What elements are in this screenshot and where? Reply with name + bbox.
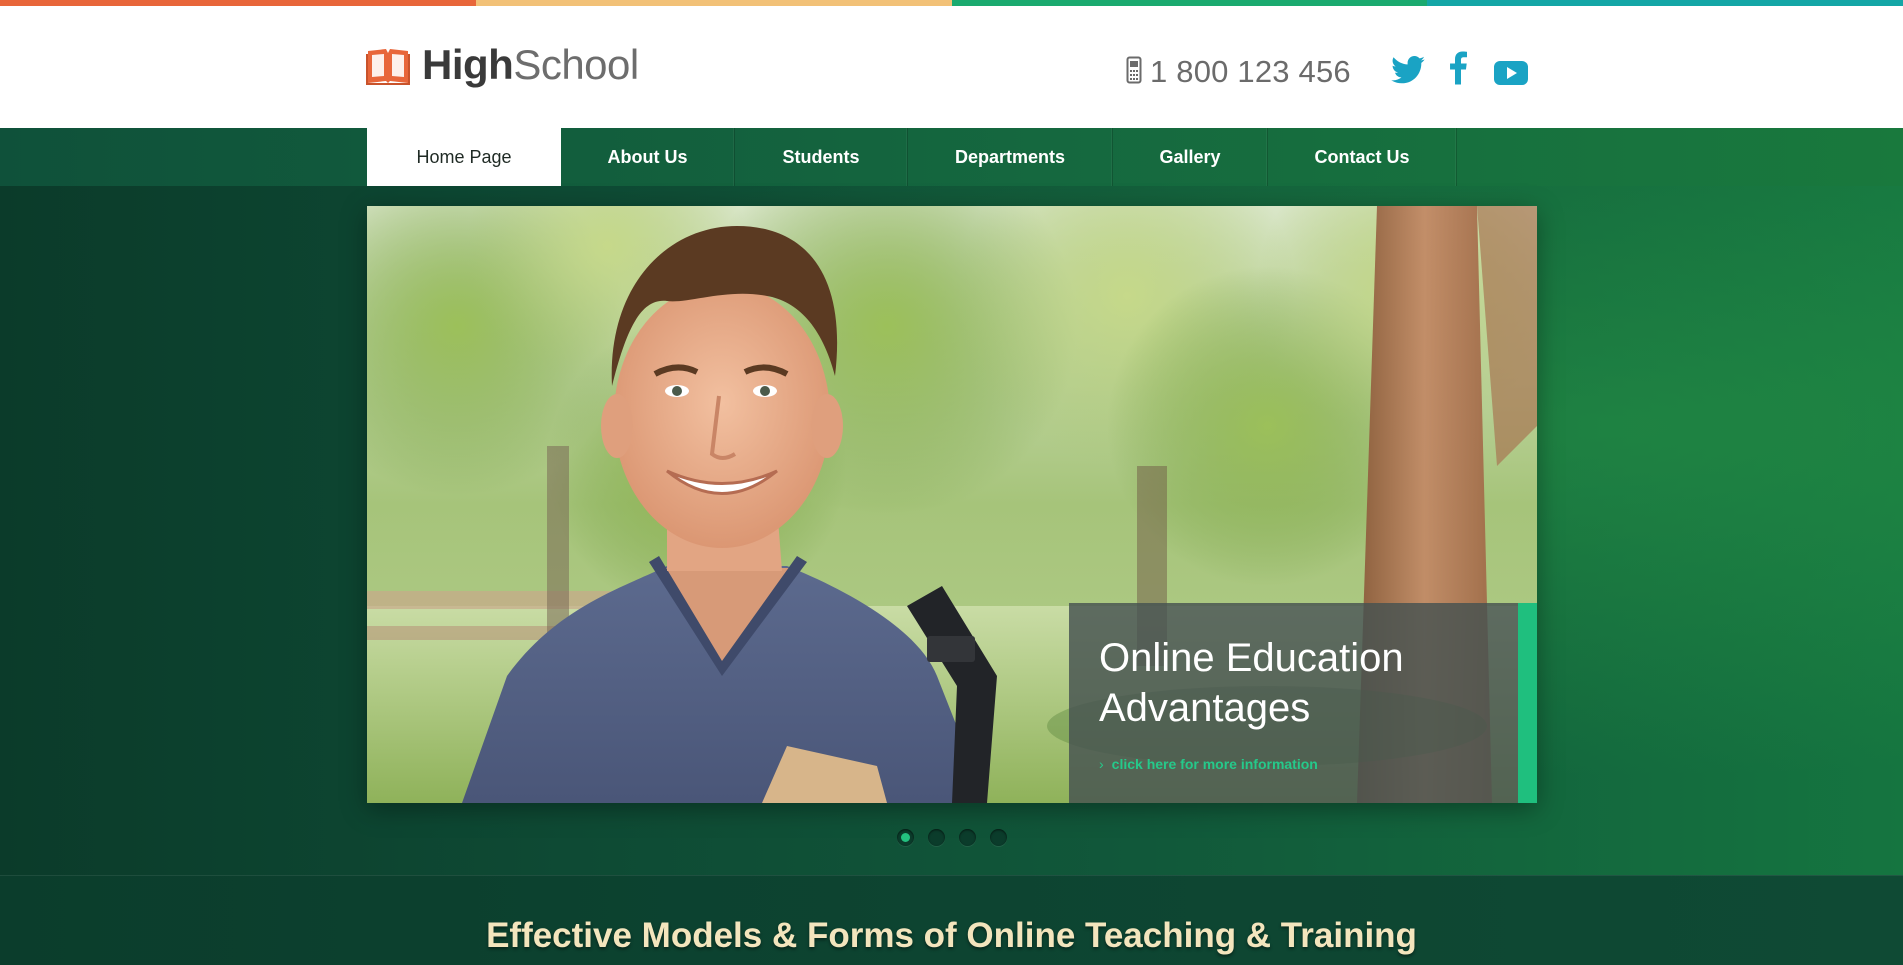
nav-item-about[interactable]: About Us	[561, 128, 735, 186]
chevron-right-icon: ›	[1099, 756, 1104, 772]
site-header: HighSchool 1 800 123 456	[0, 6, 1903, 128]
section-heading-band: Effective Models & Forms of Online Teach…	[0, 875, 1903, 965]
slider-dot-1[interactable]	[897, 829, 914, 846]
phone-number: 1 800 123 456	[1150, 54, 1351, 89]
caption-accent-bar	[1518, 603, 1537, 803]
mobile-phone-icon	[1126, 56, 1142, 89]
logo-text-bold: High	[422, 41, 514, 88]
youtube-icon[interactable]	[1494, 60, 1528, 86]
slide-caption: Online Education Advantages › click here…	[1069, 603, 1537, 803]
main-nav: Home Page About Us Students Departments …	[367, 128, 1457, 186]
site-logo[interactable]: HighSchool	[366, 44, 639, 86]
slider-dot-3[interactable]	[959, 829, 976, 846]
open-book-icon	[366, 45, 410, 85]
hero-slider[interactable]: Online Education Advantages › click here…	[367, 206, 1537, 803]
logo-text-light: School	[513, 41, 639, 88]
section-heading: Effective Models & Forms of Online Teach…	[486, 916, 1417, 955]
slider-dot-4[interactable]	[990, 829, 1007, 846]
nav-item-students[interactable]: Students	[735, 128, 908, 186]
nav-item-contact[interactable]: Contact Us	[1268, 128, 1457, 186]
facebook-icon[interactable]	[1449, 51, 1467, 85]
twitter-icon[interactable]	[1391, 56, 1425, 84]
slide-more-info-label: click here for more information	[1111, 756, 1318, 772]
nav-item-home[interactable]: Home Page	[367, 128, 561, 186]
nav-item-departments[interactable]: Departments	[908, 128, 1113, 186]
slide-more-info-link[interactable]: › click here for more information	[1099, 756, 1318, 772]
slider-dot-2[interactable]	[928, 829, 945, 846]
nav-item-gallery[interactable]: Gallery	[1113, 128, 1268, 186]
slide-caption-title: Online Education Advantages	[1099, 636, 1404, 730]
main-navbar: Home Page About Us Students Departments …	[0, 128, 1903, 186]
slider-pagination	[897, 829, 1007, 846]
phone-contact: 1 800 123 456	[1126, 54, 1351, 90]
